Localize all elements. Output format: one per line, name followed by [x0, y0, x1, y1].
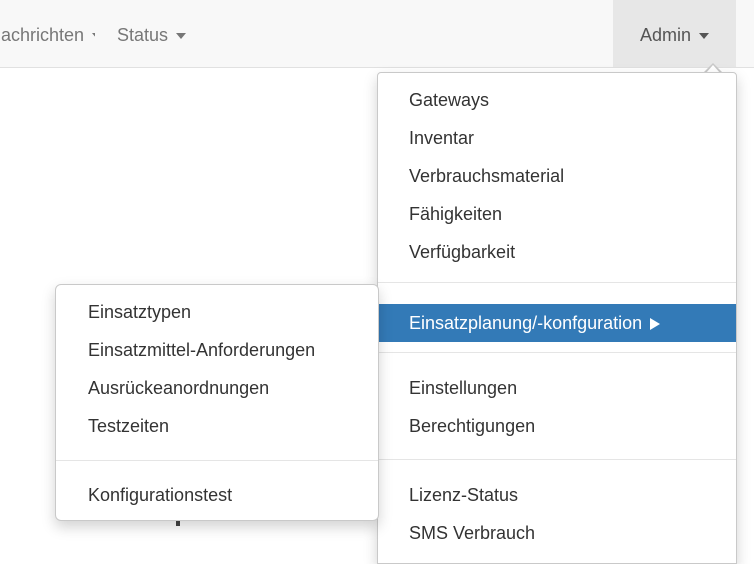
triangle-right-icon	[650, 318, 661, 330]
menu-item-gateways[interactable]: Gateways	[378, 81, 736, 119]
menu-item-berechtigungen[interactable]: Berechtigungen	[378, 407, 736, 445]
nav-item-admin[interactable]: Admin	[613, 0, 736, 67]
nav-item-label: Nachrichten	[0, 25, 85, 45]
menu-item-inventar[interactable]: Inventar	[378, 119, 736, 157]
submenu-item-einsatztypen[interactable]: Einsatztypen	[56, 293, 378, 331]
caret-down-icon	[176, 33, 187, 40]
menu-item-verfuegbarkeit[interactable]: Verfügbarkeit	[378, 233, 736, 271]
menu-item-faehigkeiten[interactable]: Fähigkeiten	[378, 195, 736, 233]
menu-item-sms-verbrauch[interactable]: SMS Verbrauch	[378, 514, 736, 552]
einsatzplanung-submenu: Einsatztypen Einsatzmittel-Anforderungen…	[55, 284, 379, 521]
menu-item-label: Einsatzplanung/-konfguration	[409, 313, 643, 333]
caret-down-icon	[699, 33, 710, 40]
nav-item-nachrichten[interactable]: Nachrichten	[0, 0, 95, 67]
menu-divider	[56, 460, 378, 461]
top-navbar: Nachrichten Status Admin	[0, 0, 754, 68]
menu-item-einsatzplanung[interactable]: Einsatzplanung/-konfguration	[378, 304, 736, 342]
nav-item-status[interactable]: Status	[117, 0, 187, 67]
menu-item-einstellungen[interactable]: Einstellungen	[378, 369, 736, 407]
nav-item-label: Admin	[639, 25, 692, 45]
menu-divider	[378, 352, 736, 353]
submenu-item-ausrueckeanordnungen[interactable]: Ausrückeanordnungen	[56, 369, 378, 407]
submenu-item-einsatzmittel-anforderungen[interactable]: Einsatzmittel-Anforderungen	[56, 331, 378, 369]
menu-divider	[378, 459, 736, 460]
menu-item-verbrauchsmaterial[interactable]: Verbrauchsmaterial	[378, 157, 736, 195]
background-fragment	[176, 521, 180, 526]
submenu-item-konfigurationstest[interactable]: Konfigurationstest	[56, 476, 378, 514]
menu-item-lizenz-status[interactable]: Lizenz-Status	[378, 476, 736, 514]
submenu-item-testzeiten[interactable]: Testzeiten	[56, 407, 378, 445]
caret-down-icon	[92, 33, 95, 40]
nav-item-label: Status	[117, 25, 169, 45]
admin-dropdown-menu: Gateways Inventar Verbrauchsmaterial Fäh…	[377, 72, 737, 564]
menu-divider	[378, 282, 736, 283]
